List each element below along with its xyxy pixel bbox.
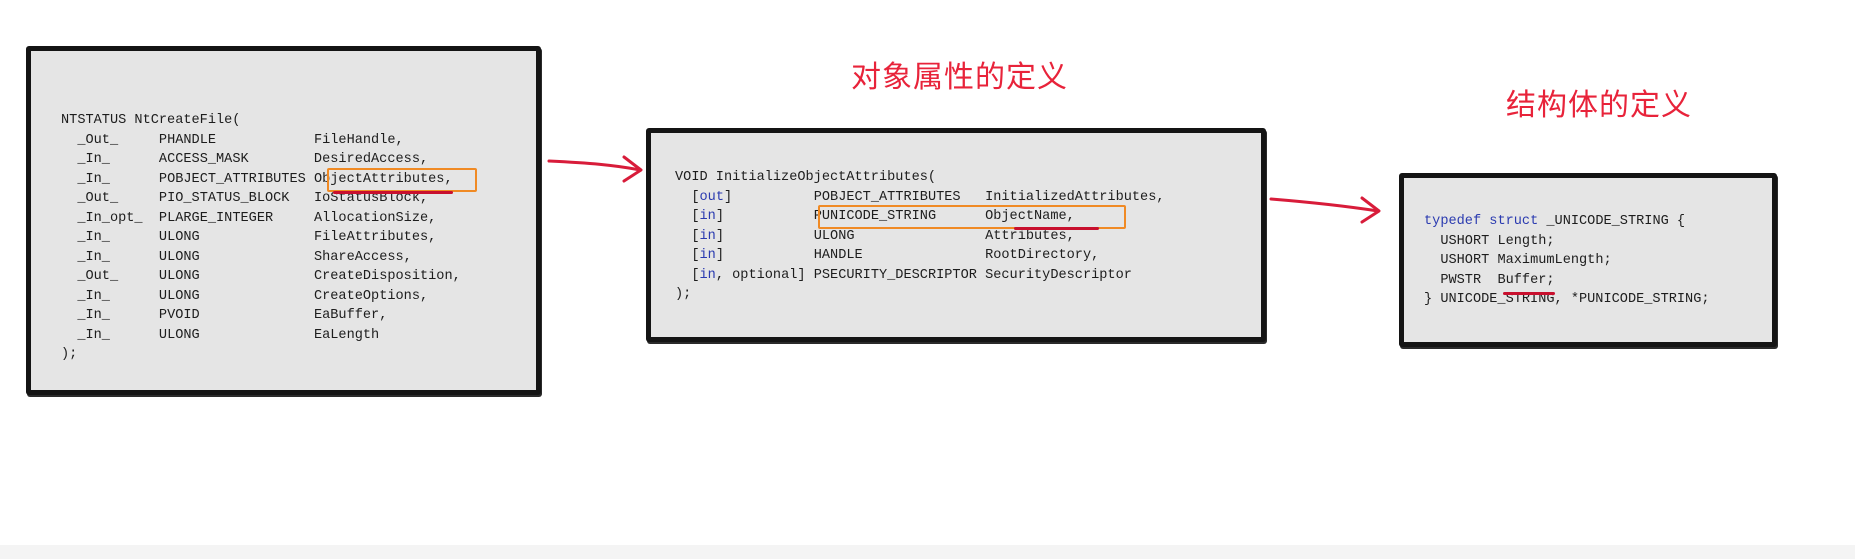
- arrows-layer: [547, 155, 1381, 224]
- bottom-strip: [0, 545, 1855, 559]
- diagram-canvas: NTSTATUS NtCreateFile( _Out_ PHANDLE Fil…: [0, 0, 1855, 559]
- arrow-to-initobj: [547, 155, 643, 183]
- arrow-to-struct: [1269, 196, 1381, 224]
